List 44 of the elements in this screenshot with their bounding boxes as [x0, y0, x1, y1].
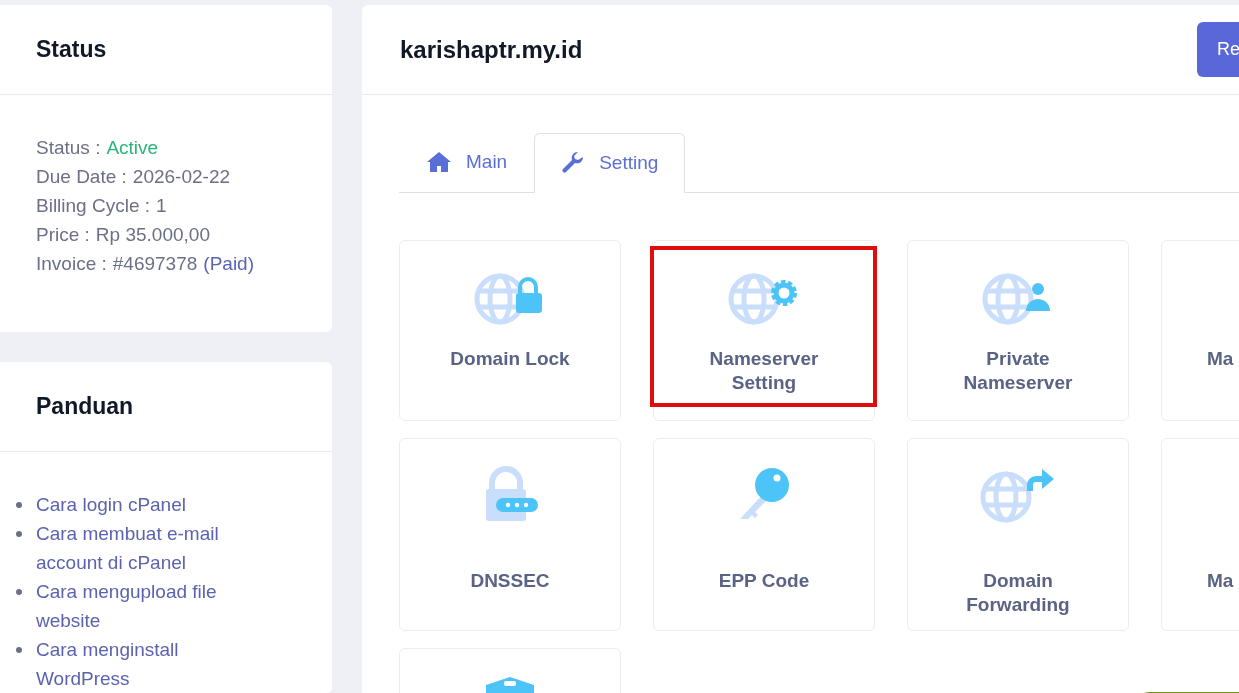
- field-label: Price :: [36, 223, 90, 247]
- tile-label: Domain Forwarding: [965, 569, 1071, 617]
- tile-label: Private Nameserver: [962, 347, 1074, 395]
- domain-title: karishaptr.my.id: [400, 34, 583, 65]
- guide-link[interactable]: Cara login cPanel: [36, 490, 266, 519]
- wrench-icon: [561, 151, 586, 175]
- bullet-icon: [16, 647, 22, 653]
- guide-link[interactable]: Cara membuat e-mail account di cPanel: [36, 519, 266, 577]
- field-label: Due Date :: [36, 165, 127, 189]
- field-value: Active: [106, 136, 159, 160]
- field-value: Rp 35.000,00: [95, 223, 210, 247]
- bullet-icon: [16, 502, 22, 508]
- setting-tile[interactable]: Ma: [1161, 438, 1239, 631]
- field-label: Billing Cycle :: [36, 194, 151, 218]
- tile-label: DNSSEC: [469, 569, 551, 593]
- tab[interactable]: Main: [399, 132, 535, 192]
- header-button[interactable]: Re: [1197, 22, 1239, 77]
- field-label: Status :: [36, 136, 101, 160]
- card-title: Panduan: [36, 392, 134, 422]
- tile-label: Nameserver Setting: [708, 347, 820, 395]
- tile-label: Domain Lock: [449, 347, 571, 371]
- invoice-status-link[interactable]: (Paid): [203, 249, 254, 278]
- setting-tile[interactable]: DNSSEC: [399, 438, 621, 631]
- guide-link[interactable]: Cara mengupload file website: [36, 577, 266, 635]
- tab[interactable]: Setting: [534, 133, 686, 193]
- setting-tile[interactable]: Domain Lock: [399, 240, 621, 421]
- setting-tile[interactable]: Private Nameserver: [907, 240, 1129, 421]
- field-label: Invoice :: [36, 252, 107, 276]
- bullet-icon: [16, 589, 22, 595]
- tile-label: Ma: [1207, 347, 1235, 371]
- setting-tile[interactable]: Nameserver Setting: [653, 240, 875, 421]
- home-icon: [426, 151, 452, 173]
- setting-tile[interactable]: EPP Code: [653, 438, 875, 631]
- tile-label: EPP Code: [717, 569, 811, 593]
- field-value: 2026-02-22: [132, 165, 231, 189]
- field-value: #4697378: [112, 252, 198, 276]
- tile-label: Ma: [1207, 569, 1235, 593]
- setting-tile[interactable]: Ma: [1161, 240, 1239, 421]
- field-value: 1: [156, 194, 167, 218]
- globe-gear-icon: [728, 271, 800, 327]
- guide-link[interactable]: Cara menginstall WordPress: [36, 635, 266, 693]
- setting-tile[interactable]: Domain Forwarding: [907, 438, 1129, 631]
- bullet-icon: [16, 531, 22, 537]
- card-title: Status: [36, 35, 107, 65]
